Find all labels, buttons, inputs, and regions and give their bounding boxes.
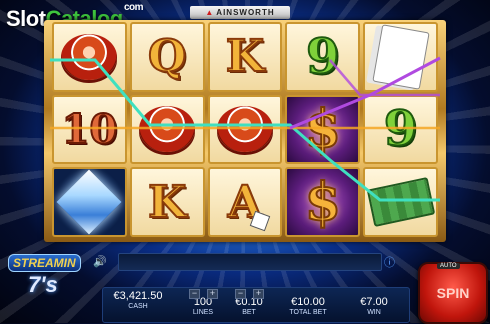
diamond-icon xyxy=(56,169,122,235)
dice-icon xyxy=(250,210,271,232)
total-bet-value: €10.00 xyxy=(291,296,325,308)
lines-value: 100 xyxy=(193,296,213,308)
reel-1-row-2: 10 xyxy=(52,94,127,165)
reel-1-row-3 xyxy=(52,167,127,237)
reel-3-row-1: K xyxy=(207,22,283,92)
chips-icon xyxy=(139,106,196,153)
brand-logo: ▲ AINSWORTH xyxy=(190,6,290,19)
reel-4-row-3: $ xyxy=(285,167,361,237)
speaker-icon[interactable]: 🔊 xyxy=(93,255,107,268)
auto-button[interactable]: AUTO xyxy=(437,263,460,269)
symbol-letter: K xyxy=(225,30,265,83)
game-logo-line2: 7's xyxy=(28,272,58,297)
bet-minus-icon[interactable]: − xyxy=(235,289,246,299)
bet-panel: €3,421.50 CASH − + 100 LINES − + €0.10 B… xyxy=(102,287,410,323)
game-logo: STREAMIN 7's xyxy=(2,254,90,314)
bet-plus-icon[interactable]: + xyxy=(253,289,264,299)
brand-name: AINSWORTH xyxy=(216,8,275,17)
info-icon[interactable]: ⓘ xyxy=(384,254,395,270)
reel-5-row-3 xyxy=(363,167,438,237)
chips-icon xyxy=(216,106,273,153)
symbol-dollar: $ xyxy=(304,98,342,161)
symbol-letter: K xyxy=(147,176,187,229)
win-field: €7.00 WIN xyxy=(347,290,401,316)
reel-grid: Q K 9 10 $9 K A $ xyxy=(52,22,438,237)
total-bet-label: TOTAL BET xyxy=(289,309,327,316)
spin-button[interactable]: SPIN xyxy=(418,262,488,324)
game-logo-line1: STREAMIN xyxy=(8,254,81,272)
symbol-letter: Q xyxy=(147,30,187,83)
symbol-dollar: $ xyxy=(304,171,342,234)
cash-value: €3,421.50 xyxy=(113,290,163,302)
reel-4-row-2: $ xyxy=(285,94,361,165)
reel-3-row-2 xyxy=(207,94,283,165)
bet-field: − + €0.10 BET xyxy=(227,289,271,316)
reel-2-row-2 xyxy=(129,94,205,165)
symbol-nine: 9 xyxy=(383,100,418,158)
cash-icon xyxy=(366,177,435,228)
cash-label: CASH xyxy=(128,303,148,310)
triangle-icon: ▲ xyxy=(205,8,215,17)
bet-value: €0.10 xyxy=(235,296,263,308)
reel-1-row-1 xyxy=(52,22,127,92)
lines-label: LINES xyxy=(192,309,214,316)
lines-plus-icon[interactable]: + xyxy=(207,289,218,299)
chips-icon xyxy=(61,33,118,80)
reel-4-row-1: 9 xyxy=(285,22,361,92)
cards-icon xyxy=(371,24,430,90)
win-value: €7.00 xyxy=(360,296,388,308)
cash-field: €3,421.50 CASH xyxy=(109,290,167,310)
reel-2-row-1: Q xyxy=(129,22,205,92)
reel-5-row-1 xyxy=(363,22,438,92)
total-bet-field: €10.00 TOTAL BET xyxy=(279,290,337,316)
reel-5-row-2: 9 xyxy=(363,94,438,165)
spin-label: SPIN xyxy=(436,285,470,301)
lines-minus-icon[interactable]: − xyxy=(189,289,200,299)
lines-field: − + 100 LINES xyxy=(181,289,225,316)
reel-3-row-3: A xyxy=(207,167,283,237)
watermark-suffix: com xyxy=(124,2,144,13)
win-label: WIN xyxy=(367,309,381,316)
symbol-ten: 10 xyxy=(61,105,119,154)
watermark-part1: Slot xyxy=(6,6,46,31)
bet-label: BET xyxy=(242,309,256,316)
symbol-nine: 9 xyxy=(305,28,340,86)
message-bar xyxy=(118,253,382,271)
auto-label: AUTO xyxy=(440,263,457,269)
reel-2-row-3: K xyxy=(129,167,205,237)
